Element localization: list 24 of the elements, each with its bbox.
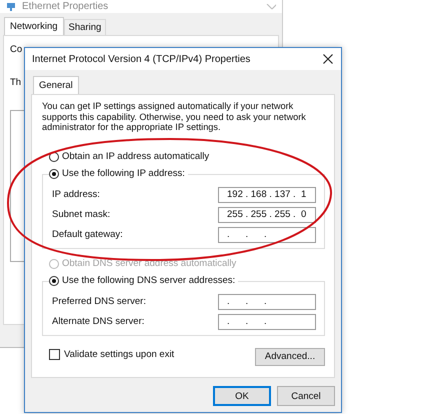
field-label: Th <box>10 77 22 88</box>
tab[interactable]: Sharing <box>64 19 106 35</box>
ip-address-field[interactable]: 192 . 168 . 137 . 1 <box>218 186 316 202</box>
ok-button[interactable]: OK <box>213 386 271 406</box>
dialog-title: Internet Protocol Version 4 (TCP/IPv4) Properties <box>32 54 250 64</box>
description-text: You can get IP settings assigned automatically if your network supports this capability. Otherwise, you need to ask your network administrator for the appropriate IP settings. <box>42 101 307 132</box>
field-label: Co <box>10 44 22 55</box>
network-icon <box>6 2 16 10</box>
field-label: Subnet mask: <box>52 209 110 220</box>
ip-address-field[interactable]: 255 . 255 . 255 . 0 <box>218 206 316 222</box>
field-label: Alternate DNS server: <box>52 316 144 327</box>
ip-address-field[interactable]: . . . <box>218 294 316 310</box>
window-title: Ethernet Properties <box>22 1 108 12</box>
ip-address-field[interactable]: . . . <box>218 226 316 242</box>
radio-option[interactable]: Obtain an IP address automatically <box>49 148 210 164</box>
field-label: Preferred DNS server: <box>52 296 146 307</box>
ip-address-field[interactable]: . . . <box>218 314 316 330</box>
field-label: Default gateway: <box>52 229 123 240</box>
field-label: IP address: <box>52 189 100 200</box>
advanced-button[interactable]: Advanced... <box>255 348 325 366</box>
tab[interactable]: General <box>33 76 79 94</box>
tab[interactable]: Networking <box>4 17 64 35</box>
cancel-button[interactable]: Cancel <box>277 386 335 406</box>
checkbox-option[interactable]: Validate settings upon exit <box>49 349 174 360</box>
